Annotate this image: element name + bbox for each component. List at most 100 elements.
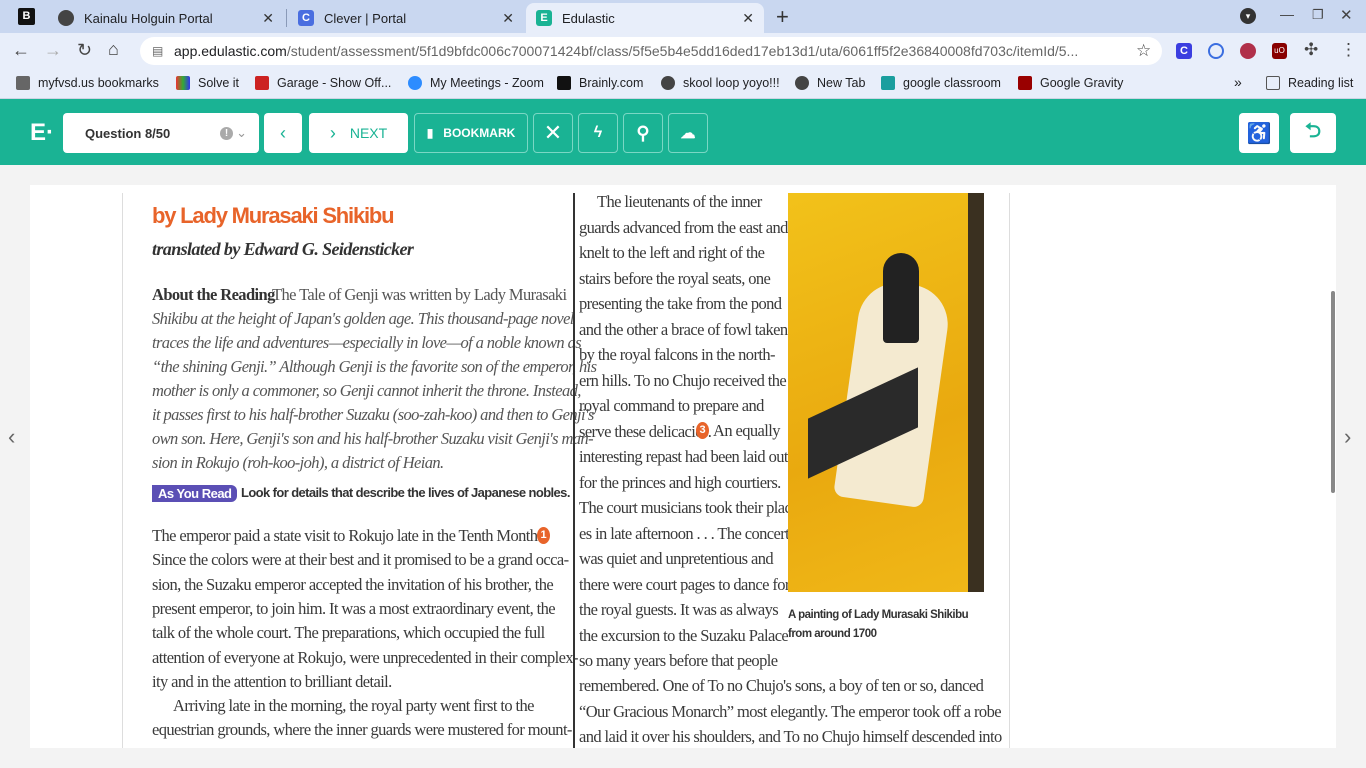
painting-image: [788, 193, 984, 592]
annotation-marker: 3: [696, 422, 709, 439]
chevron-right-icon: ›: [329, 122, 336, 143]
star-icon[interactable]: ☆: [1136, 41, 1151, 61]
bookmark-label: BOOKMARK: [443, 126, 516, 140]
minimize-button[interactable]: —: [1280, 6, 1294, 22]
globe-icon: [58, 10, 74, 26]
next-button[interactable]: › NEXT: [309, 113, 408, 153]
bookmark-item[interactable]: myfvsd.us bookmarks: [16, 76, 159, 90]
magnifier-button[interactable]: ⚲: [623, 113, 663, 153]
text-line: attention of everyone at Rokujo, were un…: [152, 647, 579, 667]
extension-chat-icon[interactable]: [1240, 43, 1256, 59]
prev-page-arrow[interactable]: ‹: [8, 424, 15, 450]
tab-bar: B Kainalu Holguin Portal ✕ C Clever | Port…: [0, 0, 1366, 33]
accessibility-button[interactable]: ♿: [1239, 113, 1279, 153]
bookmark-label: Google Gravity: [1040, 76, 1124, 90]
tab-kainalu[interactable]: Kainalu Holguin Portal ✕: [48, 3, 284, 33]
painting-border: [968, 193, 984, 592]
scratchpad-button[interactable]: ϟ: [578, 113, 618, 153]
tab-title: Kainalu Holguin Portal: [84, 10, 213, 26]
text-line: The emperor paid a state visit to Rokujo…: [152, 526, 542, 545]
home-icon[interactable]: ⌂: [108, 39, 119, 60]
author: by Lady Murasaki Shikibu: [152, 203, 395, 228]
as-you-read-text: Look for details that describe the lives…: [241, 485, 570, 500]
edulastic-logo: E·: [30, 119, 54, 146]
text-line: The Tale of Genji was written by Lady Mu…: [272, 285, 567, 304]
extension-shield-icon[interactable]: [1208, 43, 1224, 59]
more-bookmarks-button[interactable]: »: [1234, 74, 1242, 90]
text-line: the royal guests. It was as always: [579, 600, 779, 619]
annotation-marker: 1: [537, 527, 550, 544]
url-input[interactable]: ▤ app.edulastic.com/student/assessment/5f…: [140, 37, 1162, 65]
bookmark-item[interactable]: Brainly.com: [557, 76, 643, 90]
bookmark-label: skool loop yoyo!!!: [683, 76, 780, 90]
folder-icon: [16, 76, 30, 90]
text-line: knelt to the left and right of the: [579, 243, 765, 262]
bookmark-item[interactable]: skool loop yoyo!!!: [661, 76, 780, 90]
warning-icon: !: [220, 126, 233, 140]
notepad-icon: ϟ: [593, 124, 603, 141]
extensions-puzzle-icon[interactable]: ✣: [1304, 40, 1318, 60]
close-tab-icon[interactable]: ✕: [262, 10, 274, 27]
text-line: talk of the whole court. The preparation…: [152, 623, 545, 643]
caption-line: A painting of Lady Murasaki Shikibu: [788, 609, 969, 621]
restore-button[interactable]: ❐: [1312, 7, 1324, 23]
text-line: sion in Rokujo (roh-koo-joh), a district…: [152, 453, 444, 472]
bookmark-item[interactable]: My Meetings - Zoom: [408, 76, 544, 90]
menu-icon[interactable]: ⋮: [1340, 40, 1357, 60]
text-line: stairs before the royal seats, one: [579, 268, 771, 288]
bookmark-item[interactable]: google classroom: [881, 76, 1001, 90]
assessment-toolbar: E· Question 8/50! ⌄ ‹ › NEXT ▮ BOOKMARK ✕ ϟ…: [0, 99, 1366, 165]
text-line: own son. Here, Genji's son and his half-…: [152, 429, 594, 448]
text-line: remembered. One of To no Chujo's sons, a…: [579, 676, 984, 695]
reload-icon[interactable]: ↻: [77, 40, 92, 61]
figure-hair: [883, 253, 919, 343]
tab-clever[interactable]: C Clever | Portal ✕: [288, 3, 524, 33]
site-info-icon[interactable]: ▤: [152, 37, 163, 65]
extension-c-icon[interactable]: C: [1176, 43, 1192, 59]
bookmark-item[interactable]: Google Gravity: [1018, 76, 1123, 90]
edulastic-icon: E: [536, 10, 552, 26]
bookmark-icon: ▮: [426, 126, 434, 140]
answer-eliminator-button[interactable]: ✕: [533, 113, 573, 153]
brainly-app-icon[interactable]: B: [18, 8, 35, 25]
url-path: /student/assessment/5f1d9bfdc006c7000714…: [286, 43, 1079, 59]
clever-icon: C: [298, 10, 314, 26]
bookmark-item[interactable]: Garage - Show Off...: [255, 76, 391, 90]
ublock-icon[interactable]: uO: [1272, 43, 1287, 59]
text-line: interesting repast had been laid out: [579, 447, 788, 466]
text-line: The lieutenants of the inner: [597, 193, 762, 211]
translator: translated by Edward G. Seidensticker: [152, 239, 414, 259]
classroom-icon: [881, 76, 895, 90]
bookmark-item[interactable]: New Tab: [795, 76, 865, 90]
previous-button[interactable]: ‹: [264, 113, 302, 153]
close-window-button[interactable]: ✕: [1340, 6, 1353, 24]
text-line: Arriving late in the morning, the royal …: [173, 696, 534, 716]
bookmark-item[interactable]: Solve it: [176, 76, 239, 90]
globe-icon: [795, 76, 809, 90]
close-tab-icon[interactable]: ✕: [502, 10, 514, 27]
bookmark-button[interactable]: ▮ BOOKMARK: [414, 113, 528, 153]
bookmark-label: myfvsd.us bookmarks: [38, 76, 159, 90]
text-line: es in late afternoon . . . The concert: [579, 523, 790, 543]
bookmark-label: My Meetings - Zoom: [430, 76, 544, 90]
question-select[interactable]: Question 8/50! ⌄: [63, 113, 259, 153]
new-tab-button[interactable]: +: [776, 4, 789, 30]
next-label: NEXT: [349, 125, 388, 141]
back-icon[interactable]: ←: [12, 40, 30, 61]
text-line: so many years before that people: [579, 651, 778, 670]
magnify-icon: ⚲: [636, 122, 650, 143]
tab-search-icon[interactable]: ▾: [1240, 8, 1256, 24]
reading-list-button[interactable]: Reading list: [1266, 76, 1353, 90]
tab-edulastic[interactable]: E Edulastic ✕: [526, 3, 764, 33]
next-page-arrow[interactable]: ›: [1344, 424, 1351, 450]
scrollbar[interactable]: [1331, 291, 1335, 493]
close-tab-icon[interactable]: ✕: [742, 10, 754, 27]
as-you-read-badge: As You Read: [152, 485, 238, 502]
text-line: by the royal falcons in the north-: [579, 345, 775, 364]
bookmark-label: Garage - Show Off...: [277, 76, 392, 90]
text-line: and the other a brace of fowl taken: [579, 319, 788, 339]
text-line: traces the life and adventures—especiall…: [152, 333, 582, 352]
forward-icon[interactable]: →: [44, 40, 62, 61]
save-button[interactable]: ☁: [668, 113, 708, 153]
exit-button[interactable]: ⮌: [1290, 113, 1336, 153]
